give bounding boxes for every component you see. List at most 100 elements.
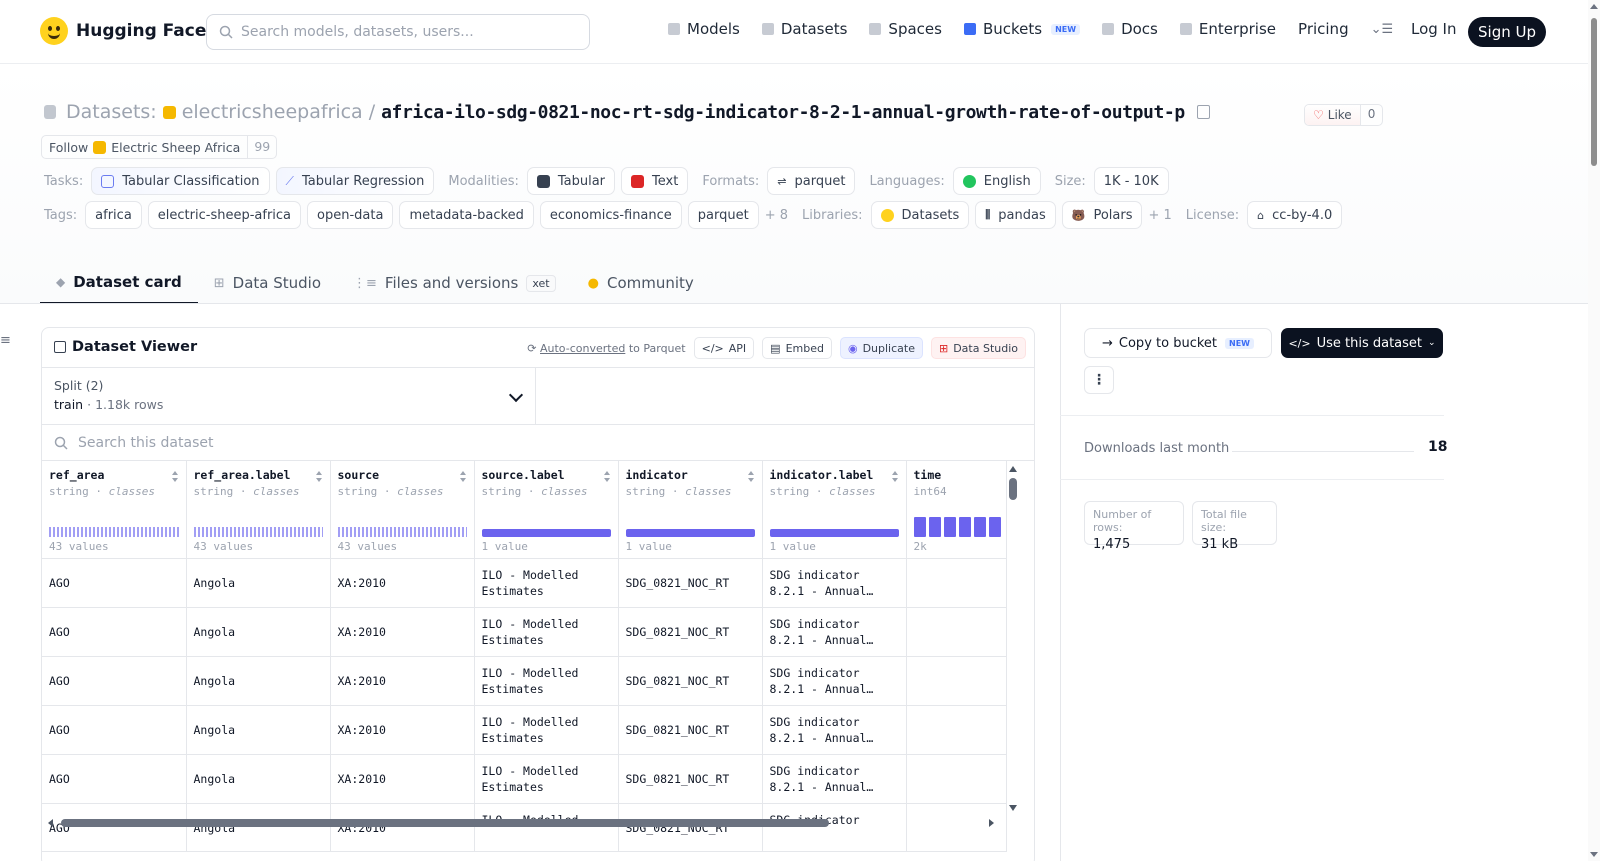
column-header[interactable]: source.label string · classes 1 value — [474, 461, 619, 559]
table-cell[interactable] — [906, 558, 1007, 608]
table-vertical-scrollbar[interactable] — [1007, 461, 1019, 816]
tab-data-studio[interactable]: ⊞ Data Studio — [198, 262, 337, 304]
license-chip[interactable]: ⌂ cc-by-4.0 — [1247, 201, 1343, 229]
table-cell[interactable]: SDG_0821_NOC_RT — [618, 754, 763, 804]
page-scrollbar[interactable] — [1588, 0, 1600, 861]
sort-icon[interactable] — [171, 471, 179, 483]
table-row[interactable]: AGO Angola XA:2010 ILO - Modelled Estimates… — [42, 705, 1007, 755]
global-search-input[interactable] — [241, 24, 571, 40]
scroll-down-icon[interactable] — [1009, 805, 1017, 811]
dataset-search-input[interactable] — [78, 434, 578, 451]
table-row[interactable]: AGO Angola XA:2010 ILO - Modelled Estimates… — [42, 656, 1007, 706]
sort-icon[interactable] — [603, 471, 611, 483]
tag-chip[interactable]: open-data — [307, 201, 394, 229]
table-cell[interactable]: SDG_0821_NOC_RT — [618, 705, 763, 755]
embed-button[interactable]: ▤ Embed — [762, 337, 832, 359]
column-header[interactable]: ref_area string · classes 43 values — [42, 461, 187, 559]
table-cell[interactable]: AGO — [42, 656, 187, 706]
sort-icon[interactable] — [891, 471, 899, 483]
scroll-thumb[interactable] — [61, 819, 829, 827]
tag-task[interactable]: ⟋ Tabular Regression — [275, 167, 435, 195]
signup-button[interactable]: Sign Up — [1468, 17, 1546, 47]
column-histogram[interactable] — [769, 529, 899, 537]
scroll-right-icon[interactable] — [989, 819, 994, 827]
column-header[interactable]: time int64 2k — [906, 461, 1007, 559]
dataset-search[interactable] — [42, 425, 1034, 461]
tag-chip[interactable]: parquet — [687, 201, 759, 229]
table-row[interactable]: AGO Angola XA:2010 ILO - Modelled Estimates… — [42, 607, 1007, 657]
table-cell[interactable]: SDG indicator 8.2.1 - Annual… — [762, 656, 907, 706]
table-cell[interactable]: XA:2010 — [330, 705, 475, 755]
data-studio-button[interactable]: ⊞ Data Studio — [930, 337, 1026, 359]
dataset-name[interactable]: africa-ilo-sdg-0821-noc-rt-sdg-indicator… — [381, 102, 1185, 123]
login-link[interactable]: Log In — [1411, 20, 1457, 38]
column-header[interactable]: indicator.label string · classes 1 value — [762, 461, 907, 559]
table-cell[interactable]: XA:2010 — [330, 754, 475, 804]
table-cell[interactable]: ILO - Modelled Estimates — [474, 705, 619, 755]
api-button[interactable]: </> API — [693, 337, 755, 359]
tag-chip[interactable]: economics-finance — [539, 201, 682, 229]
table-cell[interactable]: AGO — [42, 705, 187, 755]
tab-files[interactable]: ⋮≡ Files and versions xet — [337, 262, 572, 304]
tag-chip[interactable]: metadata-backed — [399, 201, 534, 229]
sort-icon[interactable] — [459, 471, 467, 483]
table-cell[interactable]: ILO - Modelled Estimates — [474, 656, 619, 706]
split-selector[interactable]: Split (2) train · 1.18k rows — [42, 368, 536, 425]
tag-size[interactable]: 1K - 10K — [1093, 167, 1169, 195]
table-cell[interactable] — [906, 656, 1007, 706]
table-cell[interactable]: ILO - Modelled Estimates — [474, 558, 619, 608]
table-cell[interactable]: SDG_0821_NOC_RT — [618, 558, 763, 608]
scroll-up-icon[interactable] — [1009, 466, 1017, 472]
table-cell[interactable]: AGO — [42, 607, 187, 657]
library-chip[interactable]: Datasets — [870, 201, 970, 229]
sort-icon[interactable] — [747, 471, 755, 483]
like-button[interactable]: ♡ Like 0 — [1304, 104, 1384, 126]
column-histogram[interactable] — [337, 527, 467, 537]
table-horizontal-scrollbar[interactable] — [46, 816, 996, 830]
table-cell[interactable]: XA:2010 — [330, 558, 475, 608]
nav-docs[interactable]: Docs — [1102, 20, 1158, 38]
tag-modality[interactable]: Text — [621, 167, 689, 195]
tag-task[interactable]: Tabular Classification — [91, 167, 270, 195]
org-link[interactable]: electricsheepafrica — [182, 101, 363, 123]
table-cell[interactable]: SDG indicator 8.2.1 - Annual… — [762, 754, 907, 804]
table-cell[interactable]: SDG_0821_NOC_RT — [618, 607, 763, 657]
tag-language[interactable]: English — [952, 167, 1041, 195]
library-chip[interactable]: 🐻 Polars — [1061, 201, 1143, 229]
table-cell[interactable]: SDG indicator 8.2.1 - Annual… — [762, 607, 907, 657]
tag-format[interactable]: ⇌ parquet — [767, 167, 856, 195]
table-cell[interactable]: SDG indicator 8.2.1 - Annual… — [762, 705, 907, 755]
table-cell[interactable]: AGO — [42, 754, 187, 804]
column-header[interactable]: indicator string · classes 1 value — [618, 461, 763, 559]
table-cell[interactable]: SDG indicator 8.2.1 - Annual… — [762, 558, 907, 608]
scroll-down-icon[interactable] — [1590, 852, 1598, 857]
table-cell[interactable]: Angola — [186, 558, 331, 608]
tags-more[interactable]: + 8 — [765, 208, 788, 223]
copy-to-bucket-button[interactable]: → Copy to bucket NEW — [1084, 328, 1272, 358]
library-chip[interactable]: ⫼ pandas — [975, 201, 1056, 229]
nav-buckets[interactable]: Buckets NEW — [963, 20, 1081, 38]
nav-pricing[interactable]: Pricing — [1298, 20, 1349, 38]
sidebar-toggle-icon[interactable]: ≡ — [0, 333, 11, 348]
table-cell[interactable]: Angola — [186, 754, 331, 804]
tab-dataset-card[interactable]: ◆ Dataset card — [40, 262, 198, 304]
table-row[interactable]: AGO Angola XA:2010 ILO - Modelled Estimates… — [42, 558, 1007, 608]
tab-community[interactable]: ● Community — [572, 262, 710, 304]
more-options-button[interactable]: ⋮ — [1084, 366, 1114, 394]
scroll-left-icon[interactable] — [48, 819, 53, 827]
table-cell[interactable]: ILO - Modelled Estimates — [474, 607, 619, 657]
column-histogram[interactable] — [193, 527, 323, 537]
table-cell[interactable]: AGO — [42, 558, 187, 608]
libraries-more[interactable]: + 1 — [1148, 208, 1171, 223]
nav-spaces[interactable]: Spaces — [869, 20, 942, 38]
table-row[interactable]: AGO Angola XA:2010 ILO - Modelled Estimates… — [42, 754, 1007, 804]
tag-chip[interactable]: electric-sheep-africa — [147, 201, 302, 229]
nav-enterprise[interactable]: Enterprise — [1179, 20, 1276, 38]
table-cell[interactable] — [906, 705, 1007, 755]
table-cell[interactable]: ILO - Modelled Estimates — [474, 754, 619, 804]
copy-icon[interactable] — [1196, 105, 1210, 119]
nav-datasets[interactable]: Datasets — [761, 20, 847, 38]
column-histogram[interactable] — [481, 529, 611, 537]
table-cell[interactable] — [906, 607, 1007, 657]
column-histogram[interactable] — [913, 517, 1001, 537]
